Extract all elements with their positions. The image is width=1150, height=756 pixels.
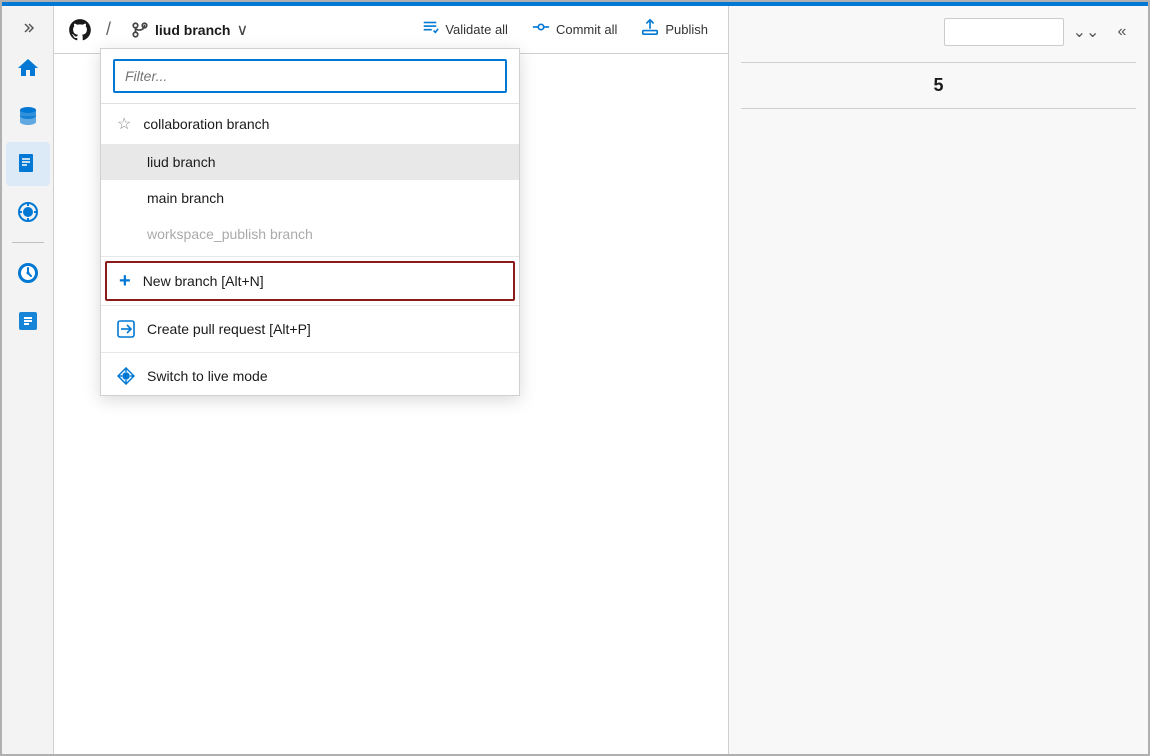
dropdown-divider-1 — [101, 256, 519, 257]
dropdown-item-live-mode[interactable]: Switch to live mode — [101, 357, 519, 395]
dropdown-item-pull-request[interactable]: Create pull request [Alt+P] — [101, 310, 519, 348]
dropdown-item-collaboration[interactable]: ☆ collaboration branch — [101, 104, 519, 144]
main-branch-label: main branch — [147, 190, 224, 206]
live-mode-icon — [117, 367, 135, 385]
branch-dropdown: ☆ collaboration branch liud branch main … — [100, 48, 520, 396]
commit-icon — [532, 18, 550, 41]
sidebar-item-monitor[interactable] — [6, 251, 50, 295]
sidebar-item-document[interactable] — [6, 142, 50, 186]
collaboration-branch-label: collaboration branch — [143, 116, 269, 132]
create-pull-request-label: Create pull request [Alt+P] — [147, 321, 311, 337]
publish-button[interactable]: Publish — [633, 14, 716, 45]
dropdown-item-main[interactable]: main branch — [101, 180, 519, 216]
liud-branch-label: liud branch — [147, 154, 216, 170]
main-content: / liud branch ∨ — [54, 6, 728, 754]
dropdown-item-new-branch[interactable]: + New branch [Alt+N] — [105, 261, 515, 301]
panel-divider-2 — [741, 108, 1136, 109]
branch-name-label: liud branch — [155, 22, 230, 38]
dropdown-item-liud[interactable]: liud branch — [101, 144, 519, 180]
workspace-publish-branch-label: workspace_publish branch — [147, 226, 313, 242]
switch-to-live-mode-label: Switch to live mode — [147, 368, 268, 384]
sidebar-expand-btn[interactable] — [6, 14, 50, 42]
new-branch-label: New branch [Alt+N] — [143, 273, 264, 289]
sidebar-item-home[interactable] — [6, 46, 50, 90]
panel-search-input[interactable] — [944, 18, 1064, 46]
sidebar-divider — [12, 242, 44, 243]
sidebar — [2, 6, 54, 754]
filter-input-wrapper — [101, 49, 519, 104]
sidebar-item-database[interactable] — [6, 94, 50, 138]
panel-controls: ⌄⌄ « — [741, 18, 1136, 46]
commit-all-label: Commit all — [556, 22, 617, 37]
app-container: / liud branch ∨ — [2, 6, 1148, 754]
validate-all-button[interactable]: Validate all — [413, 14, 516, 45]
dropdown-divider-3 — [101, 352, 519, 353]
collapse-down-btn[interactable]: ⌄⌄ — [1072, 18, 1100, 46]
validate-all-label: Validate all — [445, 22, 508, 37]
filter-input[interactable] — [113, 59, 507, 93]
toolbar: / liud branch ∨ — [54, 6, 728, 54]
right-panel: ⌄⌄ « 5 — [728, 6, 1148, 754]
separator-slash: / — [102, 19, 115, 40]
sidebar-item-tools[interactable] — [6, 299, 50, 343]
dropdown-item-workspace-publish[interactable]: workspace_publish branch — [101, 216, 519, 252]
commit-all-button[interactable]: Commit all — [524, 14, 625, 45]
github-icon — [66, 16, 94, 44]
panel-divider — [741, 62, 1136, 63]
publish-label: Publish — [665, 22, 708, 37]
collapse-left-btn[interactable]: « — [1108, 18, 1136, 46]
star-icon: ☆ — [117, 114, 131, 134]
branch-chevron-icon: ∨ — [236, 20, 248, 40]
validate-icon — [421, 18, 439, 41]
sidebar-item-pipeline[interactable] — [6, 190, 50, 234]
count-badge: 5 — [741, 75, 1136, 96]
plus-icon: + — [119, 271, 131, 291]
pull-request-icon — [117, 320, 135, 338]
branch-selector[interactable]: liud branch ∨ — [123, 16, 256, 44]
dropdown-divider-2 — [101, 305, 519, 306]
publish-icon — [641, 18, 659, 41]
